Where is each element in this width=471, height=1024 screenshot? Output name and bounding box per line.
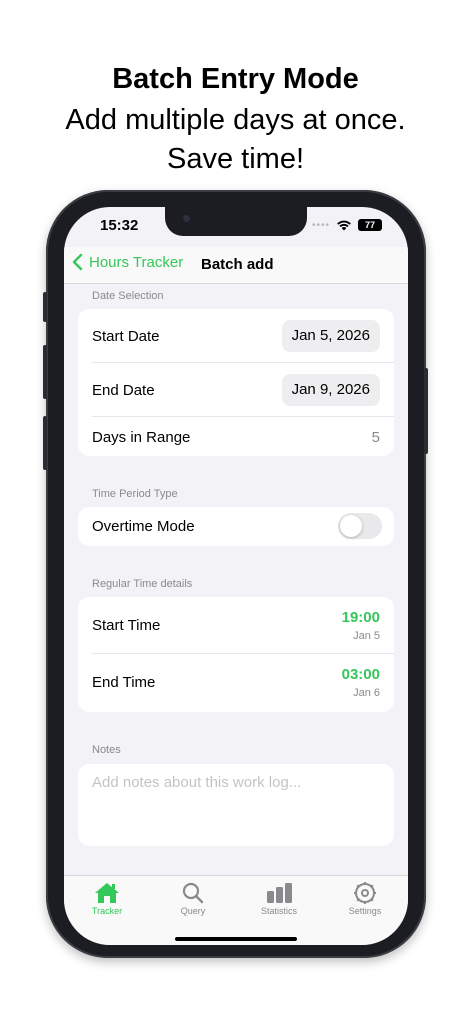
tab-settings-label: Settings [348,906,382,916]
end-date-row: End Date Jan 9, 2026 [92,363,394,417]
time-period-card: Overtime Mode [78,507,394,546]
promo-header: Batch Entry Mode Add multiple days at on… [0,60,471,178]
start-date-row: Start Date Jan 5, 2026 [92,309,394,363]
chevron-left-icon [72,253,83,271]
start-time-row[interactable]: Start Time 19:00 Jan 5 [92,597,394,654]
tab-statistics[interactable]: Statistics [244,880,314,916]
promo-subtitle-line-2: Save time! [167,143,304,175]
overtime-mode-toggle[interactable] [338,513,382,539]
overtime-mode-label: Overtime Mode [92,518,195,535]
promo-title: Batch Entry Mode [112,63,359,95]
start-time-date: Jan 5 [353,630,380,642]
mute-switch [43,292,47,322]
notes-input[interactable]: Add notes about this work log... [78,764,394,846]
wifi-icon [337,220,351,231]
bar-chart-icon [267,883,292,903]
tab-query-label: Query [180,906,206,916]
phone-screen: 15:32 •••• 77 Hours Tracker Batch add Da… [64,207,408,945]
page-title: Batch add [201,256,274,273]
tab-bar: Tracker Query Statistics Settings [64,875,408,945]
tab-settings[interactable]: Settings [330,880,400,916]
notes-placeholder: Add notes about this work log... [92,774,302,791]
section-header-regular-time: Regular Time details [92,578,193,590]
start-time-value: 19:00 [341,609,380,626]
promo-subtitle-line-1: Add multiple days at once. [65,104,406,136]
days-in-range-value: 5 [371,429,380,446]
signal-icon: •••• [311,219,330,231]
section-header-date-selection: Date Selection [92,290,164,302]
days-in-range-label: Days in Range [92,429,191,446]
regular-time-card: Start Time 19:00 Jan 5 End Time 03:00 Ja… [78,597,394,712]
battery-icon: 77 [358,219,382,231]
section-header-time-period-type: Time Period Type [92,488,178,500]
start-time-label: Start Time [92,617,161,634]
end-time-label: End Time [92,674,156,691]
camera-icon [183,215,190,222]
status-icons: •••• 77 [312,219,382,231]
back-button[interactable]: Hours Tracker [72,253,183,271]
end-time-row[interactable]: End Time 03:00 Jan 6 [92,654,394,712]
gear-icon [354,882,376,904]
volume-down-button [43,416,47,470]
magnifier-icon [182,882,204,904]
end-time-value: 03:00 [341,666,380,683]
end-date-picker[interactable]: Jan 9, 2026 [281,374,380,406]
tab-statistics-label: Statistics [260,906,297,916]
volume-up-button [43,345,47,399]
power-button [424,368,428,454]
end-date-label: End Date [92,382,155,399]
tab-query[interactable]: Query [158,880,228,916]
navigation-bar: Hours Tracker Batch add [64,247,408,284]
section-header-notes: Notes [92,744,121,756]
tab-tracker[interactable]: Tracker [72,880,142,916]
date-selection-card: Start Date Jan 5, 2026 End Date Jan 9, 2… [78,309,394,456]
overtime-mode-row: Overtime Mode [92,507,394,546]
days-in-range-row: Days in Range 5 [92,417,394,456]
home-indicator [175,937,297,941]
house-icon [95,883,119,903]
status-time: 15:32 [100,217,139,234]
tab-tracker-label: Tracker [91,906,123,916]
notch [165,207,307,236]
start-date-picker[interactable]: Jan 5, 2026 [281,320,380,352]
back-button-label: Hours Tracker [89,253,184,271]
toggle-knob [340,515,362,537]
end-time-date: Jan 6 [353,687,380,699]
start-date-label: Start Date [92,328,160,345]
